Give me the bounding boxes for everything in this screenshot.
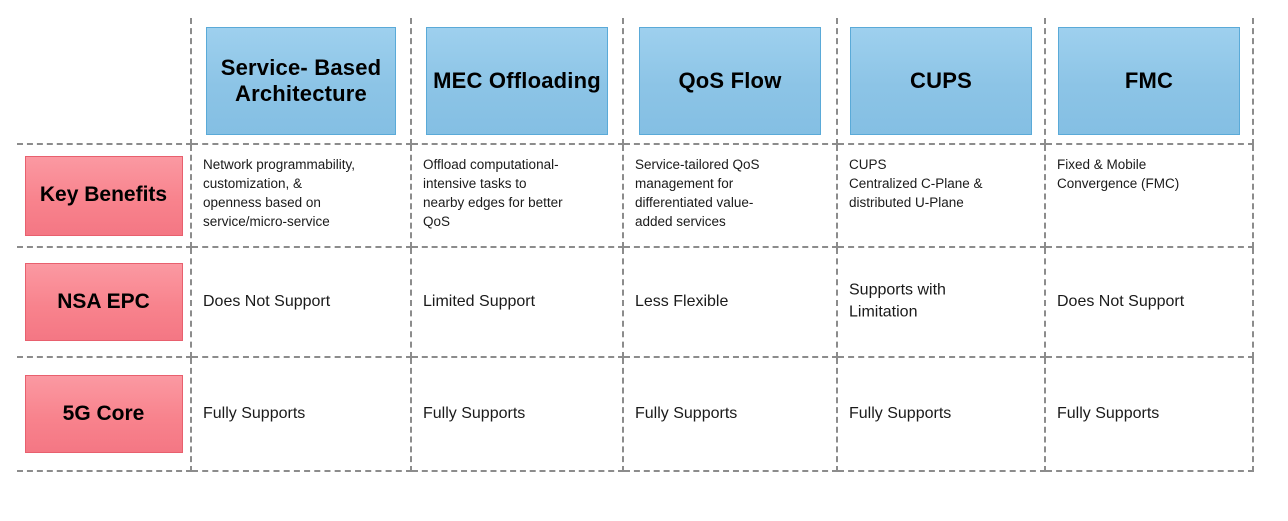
- cell-text: Supports with Limitation: [849, 281, 946, 321]
- column-header-service-based-architecture[interactable]: Service- Based Architecture: [192, 18, 412, 145]
- row-header-chip: 5G Core: [24, 375, 183, 453]
- cell-text: Fully Supports: [635, 404, 738, 422]
- cell-text: Less Flexible: [635, 292, 729, 310]
- table-cell-nsa-epc-fmc: Does Not Support: [1046, 248, 1254, 358]
- table-cell-key-benefits-mec-offloading: Offload computational- intensive tasks t…: [412, 145, 624, 248]
- comparison-table: Service- Based Architecture MEC Offloadi…: [17, 18, 1254, 472]
- column-header-label: Service- Based Architecture: [220, 54, 382, 106]
- table-cell-5g-core-cups: Fully Supports: [838, 358, 1046, 472]
- cell-text: Does Not Support: [203, 292, 331, 310]
- cell-text: Fixed & Mobile Convergence (FMC): [1057, 157, 1180, 192]
- column-header-qos-flow[interactable]: QoS Flow: [624, 18, 838, 145]
- cell-text: Limited Support: [423, 292, 536, 310]
- column-header-label: FMC: [1124, 67, 1174, 93]
- table-cell-nsa-epc-cups: Supports with Limitation: [838, 248, 1046, 358]
- table-cell-nsa-epc-service-based-architecture: Does Not Support: [192, 248, 412, 358]
- cell-text: Does Not Support: [1057, 292, 1185, 310]
- row-header-5g-core[interactable]: 5G Core: [17, 358, 192, 472]
- table-cell-5g-core-qos-flow: Fully Supports: [624, 358, 838, 472]
- cell-text: Fully Supports: [849, 404, 952, 422]
- table-cell-5g-core-service-based-architecture: Fully Supports: [192, 358, 412, 472]
- cell-text: Offload computational- intensive tasks t…: [423, 157, 563, 230]
- table-corner-cell: [17, 18, 192, 145]
- table-cell-nsa-epc-qos-flow: Less Flexible: [624, 248, 838, 358]
- column-header-chip: FMC: [1058, 26, 1240, 135]
- table-cell-nsa-epc-mec-offloading: Limited Support: [412, 248, 624, 358]
- column-header-chip: CUPS: [850, 26, 1032, 135]
- column-header-label: MEC Offloading: [433, 67, 601, 93]
- column-header-label: QoS Flow: [678, 67, 782, 93]
- table-cell-key-benefits-cups: CUPS Centralized C-Plane & distributed U…: [838, 145, 1046, 248]
- table-cell-key-benefits-service-based-architecture: Network programmability, customization, …: [192, 145, 412, 248]
- cell-text: Fully Supports: [423, 404, 526, 422]
- table-cell-key-benefits-qos-flow: Service-tailored QoS management for diff…: [624, 145, 838, 248]
- column-header-fmc[interactable]: FMC: [1046, 18, 1254, 145]
- cell-text: CUPS Centralized C-Plane & distributed U…: [849, 157, 983, 211]
- row-header-key-benefits[interactable]: Key Benefits: [17, 145, 192, 248]
- cell-text: Service-tailored QoS management for diff…: [635, 157, 760, 230]
- row-header-label: NSA EPC: [57, 289, 150, 313]
- cell-text: Fully Supports: [203, 404, 306, 422]
- row-header-label: Key Benefits: [39, 183, 168, 207]
- column-header-mec-offloading[interactable]: MEC Offloading: [412, 18, 624, 145]
- row-header-chip: NSA EPC: [24, 263, 183, 341]
- row-header-label: 5G Core: [62, 401, 145, 425]
- row-header-chip: Key Benefits: [24, 155, 183, 236]
- table-cell-5g-core-mec-offloading: Fully Supports: [412, 358, 624, 472]
- table-cell-5g-core-fmc: Fully Supports: [1046, 358, 1254, 472]
- cell-text: Network programmability, customization, …: [203, 157, 356, 230]
- row-header-nsa-epc[interactable]: NSA EPC: [17, 248, 192, 358]
- column-header-cups[interactable]: CUPS: [838, 18, 1046, 145]
- cell-text: Fully Supports: [1057, 404, 1160, 422]
- column-header-chip: Service- Based Architecture: [206, 26, 396, 135]
- column-header-chip: MEC Offloading: [426, 26, 608, 135]
- column-header-label: CUPS: [910, 67, 972, 93]
- table-cell-key-benefits-fmc: Fixed & Mobile Convergence (FMC): [1046, 145, 1254, 248]
- column-header-chip: QoS Flow: [639, 26, 821, 135]
